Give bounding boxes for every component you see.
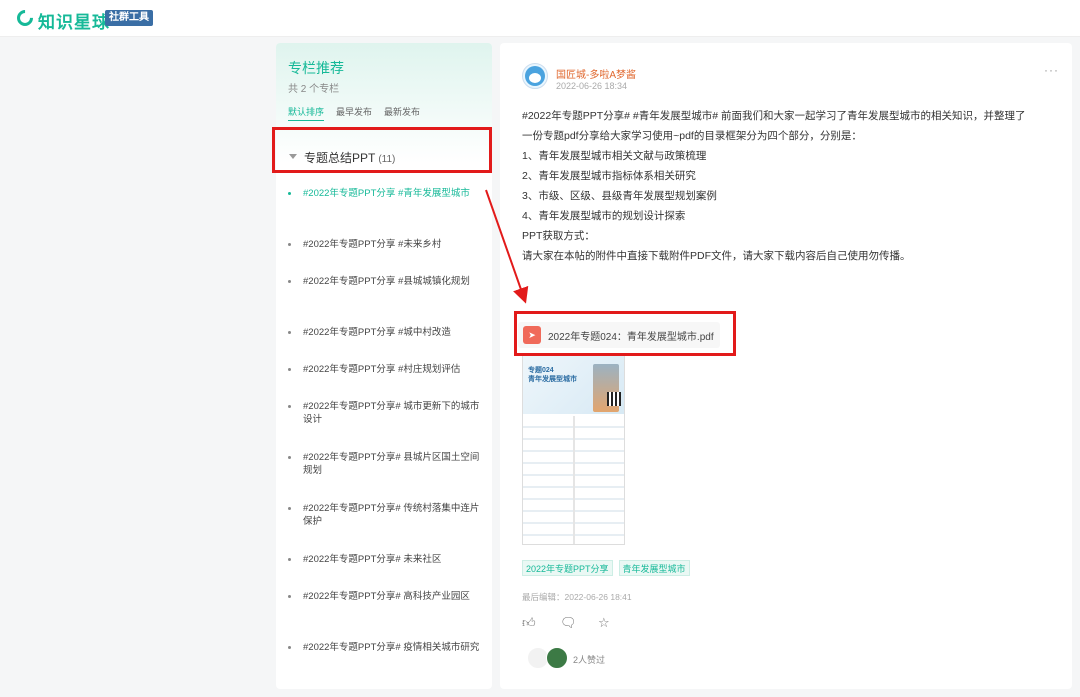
annotation-arrow <box>485 189 529 304</box>
avatar-face <box>528 72 542 84</box>
